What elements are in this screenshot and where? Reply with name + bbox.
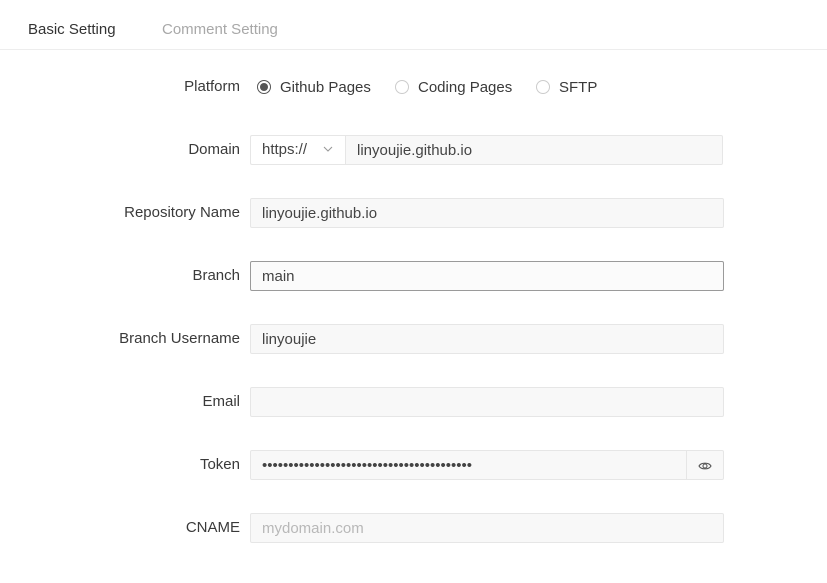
cname-input[interactable] <box>250 513 724 543</box>
domain-row: Domain https:// <box>0 135 827 165</box>
tab-basic-setting[interactable]: Basic Setting <box>28 20 116 40</box>
eye-icon <box>698 462 712 470</box>
email-input[interactable] <box>250 387 724 417</box>
tab-comment-setting[interactable]: Comment Setting <box>162 20 278 40</box>
radio-unchecked-icon <box>536 80 550 94</box>
settings-tabs: Basic Setting Comment Setting <box>0 0 827 50</box>
radio-coding-pages[interactable]: Coding Pages <box>395 72 512 102</box>
radio-github-pages[interactable]: Github Pages <box>257 72 371 102</box>
protocol-select[interactable]: https:// <box>250 135 345 165</box>
domain-label: Domain <box>188 141 240 158</box>
email-row: Email <box>0 387 827 417</box>
branch-label: Branch <box>192 267 240 284</box>
branch-username-input[interactable] <box>250 324 724 354</box>
branch-input[interactable] <box>250 261 724 291</box>
token-label: Token <box>199 456 240 473</box>
radio-label: SFTP <box>559 78 598 96</box>
radio-unchecked-icon <box>395 80 409 94</box>
platform-row: Platform Github Pages Coding Pages SFTP <box>0 72 827 102</box>
platform-label: Platform <box>184 78 240 95</box>
protocol-value: https:// <box>262 141 308 158</box>
repository-row: Repository Name <box>0 198 827 228</box>
radio-label: Github Pages <box>280 78 371 96</box>
cname-label: CNAME <box>185 519 240 536</box>
domain-input[interactable] <box>345 135 723 165</box>
username-label: Branch Username <box>119 330 240 347</box>
username-row: Branch Username <box>0 324 827 354</box>
chevron-down-icon <box>323 146 333 152</box>
email-label: Email <box>202 393 240 410</box>
branch-row: Branch <box>0 261 827 291</box>
token-input[interactable] <box>250 450 687 480</box>
radio-checked-icon <box>257 80 271 94</box>
token-row: Token <box>0 450 827 480</box>
toggle-token-visibility-button[interactable] <box>686 450 724 480</box>
radio-sftp[interactable]: SFTP <box>536 72 597 102</box>
repository-name-input[interactable] <box>250 198 724 228</box>
repository-label: Repository Name <box>124 204 240 221</box>
radio-label: Coding Pages <box>418 78 513 96</box>
cname-row: CNAME <box>0 513 827 543</box>
